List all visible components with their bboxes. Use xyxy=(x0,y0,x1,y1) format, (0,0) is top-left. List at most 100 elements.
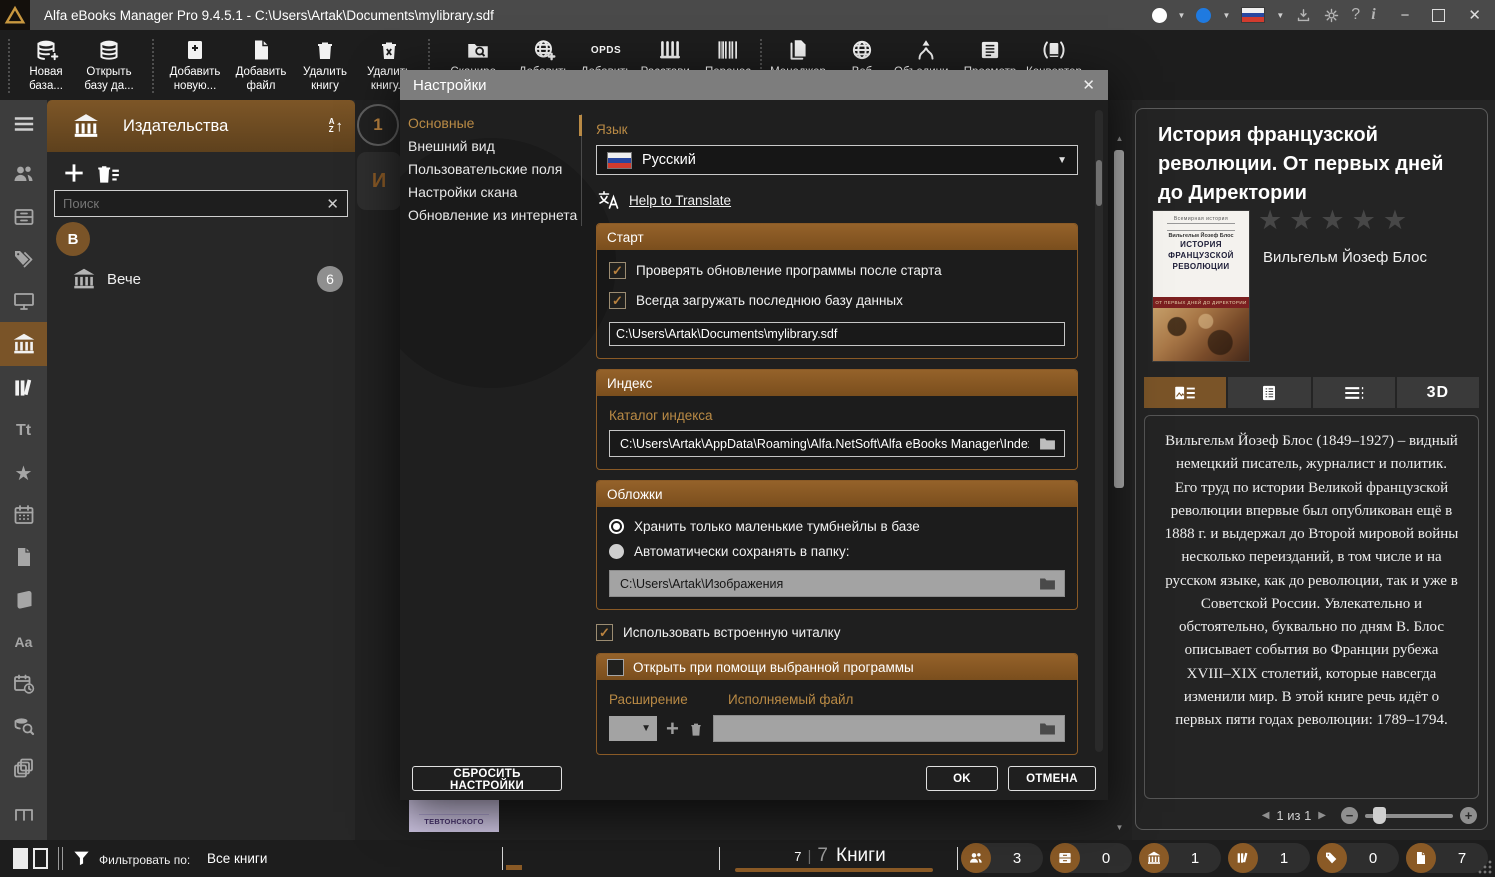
tab-cover-view[interactable] xyxy=(1144,377,1226,408)
sidebar-item-publishers[interactable] xyxy=(0,322,47,366)
db-path-input[interactable] xyxy=(609,322,1065,346)
radio-thumbs-row[interactable]: Хранить только маленькие тумбнейлы в баз… xyxy=(609,519,1065,534)
count-publishers[interactable]: 1 xyxy=(1139,843,1221,873)
delete-book-button[interactable]: Удалить книгу xyxy=(293,35,357,93)
scrollbar-thumb[interactable] xyxy=(1114,150,1124,488)
sidebar-item-table[interactable] xyxy=(0,792,47,828)
filter-funnel-icon[interactable] xyxy=(72,848,91,868)
checkbox-checked-icon[interactable]: ✓ xyxy=(596,624,613,641)
language-select[interactable]: Русский ▼ xyxy=(596,145,1078,175)
reset-settings-button[interactable]: СБРОСИТЬ НАСТРОЙКИ xyxy=(412,766,562,791)
dialog-scrollbar[interactable] xyxy=(1095,110,1103,752)
sidebar-item-duplicates[interactable] xyxy=(0,750,47,786)
checkbox-checked-icon[interactable]: ✓ xyxy=(609,292,626,309)
info-icon[interactable]: i xyxy=(1371,7,1375,23)
add-extension-icon[interactable]: + xyxy=(666,718,679,740)
chevron-down-icon[interactable]: ▼ xyxy=(1222,11,1230,20)
book-cover-thumbnail[interactable]: ТЕВТОНСКОГО xyxy=(409,798,499,832)
nav-internet-update[interactable]: Обновление из интернета xyxy=(408,204,576,227)
zoom-out-icon[interactable]: − xyxy=(1341,807,1358,824)
radio-autosave-row[interactable]: Автоматически сохранять в папку: xyxy=(609,544,1065,559)
scroll-down-icon[interactable]: ▼ xyxy=(1112,823,1127,832)
rating-stars[interactable]: ★★★★★ xyxy=(1258,205,1414,236)
book-cover[interactable]: Всемирная история Вильгельм Йозеф Блос И… xyxy=(1153,211,1249,361)
help-icon[interactable]: ? xyxy=(1351,7,1360,23)
translate-link[interactable]: Help to Translate xyxy=(629,193,731,208)
sidebar-item-files[interactable] xyxy=(0,539,47,575)
sidebar-item-price-search[interactable] xyxy=(0,708,47,744)
count-tags[interactable]: 0 xyxy=(1317,843,1399,873)
delete-unused-button[interactable] xyxy=(95,161,121,187)
folder-browse-icon[interactable] xyxy=(1039,436,1056,451)
panel-toggle-right-icon[interactable] xyxy=(33,848,48,869)
dialog-close-icon[interactable]: ✕ xyxy=(1082,76,1095,94)
extension-dropdown[interactable]: ▼ xyxy=(609,716,657,741)
nav-scan-settings[interactable]: Настройки скана xyxy=(408,181,576,204)
check-updates-row[interactable]: ✓ Проверять обновление программы после с… xyxy=(609,262,1065,279)
sidebar-item-series[interactable] xyxy=(0,199,47,235)
add-new-book-button[interactable]: Добавить новую... xyxy=(163,35,227,93)
load-last-db-row[interactable]: ✓ Всегда загружать последнюю базу данных xyxy=(609,292,1065,309)
zoom-slider-thumb[interactable] xyxy=(1373,807,1386,824)
chevron-down-icon[interactable]: ▼ xyxy=(1178,11,1186,20)
count-files[interactable]: 7 xyxy=(1406,843,1488,873)
ui-language-flag-icon[interactable] xyxy=(1241,7,1265,23)
nav-custom-fields[interactable]: Пользовательские поля xyxy=(408,158,576,181)
sidebar-item-dates[interactable] xyxy=(0,666,47,702)
zoom-slider[interactable] xyxy=(1365,814,1453,818)
prev-book-icon[interactable]: ◀ xyxy=(1262,810,1270,821)
minimize-icon[interactable]: − xyxy=(1401,8,1410,23)
scroll-up-icon[interactable]: ▲ xyxy=(1112,134,1127,143)
book-author[interactable]: Вильгельм Йозеф Блос xyxy=(1263,249,1427,266)
count-shelves[interactable]: 1 xyxy=(1228,843,1310,873)
book-list-scrollbar[interactable]: ▲ ▼ xyxy=(1112,134,1127,832)
sidebar-item-languages[interactable]: Aа xyxy=(0,624,47,660)
nav-general[interactable]: Основные xyxy=(408,112,576,135)
tab-details-view[interactable] xyxy=(1228,377,1310,408)
sidebar-item-favorites[interactable]: ★ xyxy=(0,455,47,491)
tab-3d-view[interactable]: 3D xyxy=(1397,377,1479,408)
nav-number-badge[interactable]: 1 xyxy=(357,104,399,146)
checkbox-unchecked-icon[interactable] xyxy=(607,659,624,676)
clear-search-icon[interactable]: ✕ xyxy=(318,195,347,213)
delete-extension-icon[interactable] xyxy=(688,720,704,738)
open-database-button[interactable]: Открыть базу да... xyxy=(77,35,141,93)
sidebar-item-formats[interactable] xyxy=(0,582,47,618)
sidebar-item-shelves[interactable] xyxy=(0,370,47,406)
close-icon[interactable]: ✕ xyxy=(1468,8,1481,23)
zoom-in-icon[interactable]: + xyxy=(1460,807,1477,824)
add-file-button[interactable]: Добавить файл xyxy=(229,35,293,93)
sidebar-item-tags[interactable] xyxy=(0,241,47,277)
dialog-title-bar[interactable]: Настройки ✕ xyxy=(400,70,1108,100)
tab-list-view[interactable] xyxy=(1313,377,1395,408)
resize-grip[interactable] xyxy=(1478,860,1492,874)
download-update-icon[interactable] xyxy=(1295,7,1312,24)
scrollbar-thumb[interactable] xyxy=(1096,160,1102,206)
gear-icon[interactable] xyxy=(1323,7,1340,24)
open-with-header[interactable]: Открыть при помощи выбранной программы xyxy=(597,654,1077,680)
count-series[interactable]: 0 xyxy=(1050,843,1132,873)
splitter-handle[interactable] xyxy=(506,865,522,870)
panel-toggle-left-icon[interactable] xyxy=(13,848,28,869)
add-publisher-button[interactable] xyxy=(61,160,87,186)
accent-color-icon[interactable] xyxy=(1196,8,1211,23)
search-input[interactable] xyxy=(55,196,318,211)
cancel-button[interactable]: ОТМЕНА xyxy=(1008,766,1096,791)
nav-tile[interactable]: И xyxy=(357,152,401,210)
radio-selected-icon[interactable] xyxy=(609,519,624,534)
new-database-button[interactable]: Новая база... xyxy=(14,35,78,93)
filter-value[interactable]: Все книги xyxy=(207,851,267,866)
maximize-icon[interactable] xyxy=(1432,9,1445,22)
index-path-input[interactable] xyxy=(618,436,1031,452)
chevron-down-icon[interactable]: ▼ xyxy=(1276,11,1284,20)
ok-button[interactable]: OK xyxy=(926,766,998,791)
next-book-icon[interactable]: ▶ xyxy=(1318,810,1326,821)
nav-appearance[interactable]: Внешний вид xyxy=(408,135,576,158)
count-authors[interactable]: 3 xyxy=(961,843,1043,873)
sidebar-item-authors[interactable] xyxy=(0,156,47,192)
checkbox-checked-icon[interactable]: ✓ xyxy=(609,262,626,279)
theme-light-icon[interactable] xyxy=(1152,8,1167,23)
radio-unselected-icon[interactable] xyxy=(609,544,624,559)
sidebar-item-devices[interactable] xyxy=(0,283,47,319)
sidebar-item-calendar[interactable] xyxy=(0,497,47,533)
